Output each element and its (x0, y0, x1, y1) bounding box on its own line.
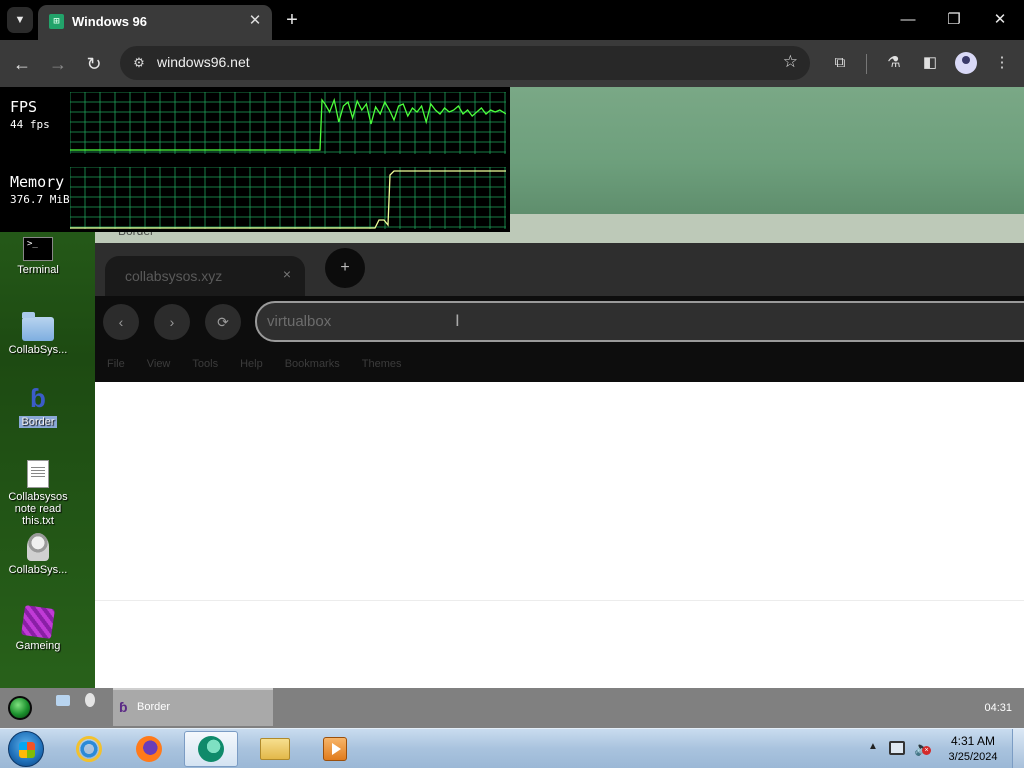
w96-task-label: Border (137, 701, 171, 713)
tab-close-icon[interactable]: ✕ (246, 12, 264, 30)
border-browser-icon: ɓ (30, 383, 46, 413)
taskbar-edge[interactable] (184, 731, 238, 767)
clock-time: 4:31 AM (950, 734, 996, 748)
desktop-icon-border[interactable]: ɓ Border (4, 383, 72, 428)
memory-graph (70, 167, 506, 229)
muted-badge-icon: × (922, 746, 931, 755)
chrome-menu-icon[interactable]: ⋮ (990, 51, 1014, 75)
edge-icon (198, 736, 224, 762)
browser-tab[interactable]: ⊞ Windows 96 ✕ (38, 5, 272, 40)
border-address-value[interactable]: virtualbox (267, 313, 331, 330)
toolbar-divider (866, 54, 867, 74)
desktop-icon-readme[interactable]: Collabsysos note read this.txt (4, 460, 72, 527)
profile-avatar-icon[interactable] (955, 52, 977, 74)
taskbar-clock[interactable]: 4:31 AM 3/25/2024 (940, 733, 1006, 765)
taskbar-file-explorer[interactable] (248, 731, 302, 767)
restore-button[interactable]: ❐ (932, 7, 976, 33)
browser-tab-strip: ▼ ⊞ Windows 96 ✕ + — ❐ ✕ (0, 0, 1024, 40)
performance-monitor: FPS 44 fps Memory 376.7 MiB (0, 87, 510, 232)
address-bar[interactable]: ⚙ windows96.net ☆ (120, 46, 810, 80)
site-info-icon[interactable]: ⚙ (130, 54, 148, 72)
text-cursor-icon: I (455, 311, 460, 330)
web-page-viewport: Border FPS 44 fps Memory 376.7 MiB >_ Te… (0, 87, 1024, 728)
menu-bookmarks[interactable]: Bookmarks (285, 358, 340, 370)
tab-title: Windows 96 (72, 14, 148, 29)
windows-taskbar: ▲ 🔈 × 4:31 AM 3/25/2024 (0, 728, 1024, 768)
internet-explorer-icon (76, 736, 102, 762)
border-tab-bar: collabsysos.xyz × + (95, 243, 1024, 296)
disk-icon (27, 533, 49, 561)
side-panel-icon[interactable]: ◧ (918, 51, 942, 75)
border-menu-bar: File View Tools Help Bookmarks Themes (107, 358, 423, 370)
labs-flask-icon[interactable]: ⚗ (882, 51, 906, 75)
desktop-icon-collabsys-folder[interactable]: CollabSys... (4, 312, 72, 356)
new-tab-button[interactable]: + (282, 8, 302, 32)
tab-search-button[interactable]: ▼ (7, 7, 33, 33)
forward-button[interactable]: → (44, 50, 72, 78)
file-explorer-icon (260, 738, 290, 760)
network-icon[interactable] (889, 741, 905, 755)
bookmark-star-icon[interactable]: ☆ (783, 52, 798, 72)
menu-file[interactable]: File (107, 358, 125, 370)
border-address-bar[interactable]: virtualbox I (255, 301, 1024, 342)
fps-graph (70, 92, 506, 154)
desktop-wallpaper-banner (510, 87, 1024, 214)
chevron-down-icon: ▼ (14, 14, 26, 26)
browser-toolbar: ← → ↻ ⚙ windows96.net ☆ ⧉ ⚗ ◧ ⋮ (0, 40, 1024, 87)
text-file-icon (27, 460, 49, 488)
show-desktop-button[interactable] (1012, 729, 1024, 768)
reload-button[interactable]: ↻ (80, 50, 108, 78)
border-back-button[interactable]: ‹ (103, 304, 139, 340)
taskbar-internet-explorer[interactable] (62, 731, 116, 767)
w96-clock: 04:31 (984, 702, 1012, 714)
taskbar-media-player[interactable] (308, 731, 362, 767)
desktop-icon-gameing[interactable]: Gameing (4, 605, 72, 652)
border-reload-button[interactable]: ⟳ (205, 304, 241, 340)
border-page-content[interactable] (95, 382, 1024, 688)
quicklaunch-disk-icon[interactable] (85, 693, 95, 707)
url-text[interactable]: windows96.net (157, 54, 250, 70)
memory-trace (70, 170, 506, 229)
content-divider (95, 600, 1024, 601)
menu-help[interactable]: Help (240, 358, 263, 370)
w96-task-border[interactable]: ɓ Border (113, 688, 273, 726)
border-tab-title: collabsysos.xyz (125, 268, 223, 284)
windows-start-button[interactable] (8, 731, 44, 767)
extensions-icon[interactable]: ⧉ (828, 51, 852, 75)
fps-label: FPS (10, 98, 38, 116)
desktop-icon-collabsys-disk[interactable]: CollabSys... (4, 533, 72, 576)
minimize-button[interactable]: — (886, 7, 930, 33)
menu-tools[interactable]: Tools (192, 358, 218, 370)
memory-label: Memory (10, 173, 65, 191)
border-forward-button[interactable]: › (154, 304, 190, 340)
menu-view[interactable]: View (147, 358, 171, 370)
border-tab-close-icon[interactable]: × (283, 266, 291, 282)
w96-start-button[interactable] (8, 696, 32, 720)
quicklaunch-folder-icon[interactable] (56, 695, 70, 706)
menu-themes[interactable]: Themes (362, 358, 402, 370)
windows96-favicon-icon: ⊞ (49, 14, 64, 29)
window-close-button[interactable]: ✕ (978, 7, 1022, 33)
game-cube-icon (21, 605, 55, 639)
border-new-tab-button[interactable]: + (325, 248, 365, 288)
media-player-icon (323, 737, 347, 761)
taskbar-firefox[interactable] (122, 731, 176, 767)
clock-date: 3/25/2024 (948, 751, 998, 763)
border-task-icon: ɓ (119, 699, 128, 715)
firefox-icon (136, 736, 162, 762)
desktop-icon-terminal[interactable]: >_ Terminal (4, 237, 72, 276)
border-tab[interactable]: collabsysos.xyz × (105, 256, 305, 296)
fps-trace (70, 97, 506, 151)
terminal-icon: >_ (23, 237, 53, 261)
folder-icon (22, 312, 54, 341)
w96-taskbar: ɓ Border 04:31 (0, 688, 1024, 728)
tray-overflow-chevron-icon[interactable]: ▲ (868, 741, 878, 752)
memory-value: 376.7 MiB (10, 193, 70, 206)
back-button[interactable]: ← (8, 50, 36, 78)
border-navigation-bar: ‹ › ⟳ virtualbox I File View Tools Help … (95, 296, 1024, 382)
fps-value: 44 fps (10, 118, 50, 131)
